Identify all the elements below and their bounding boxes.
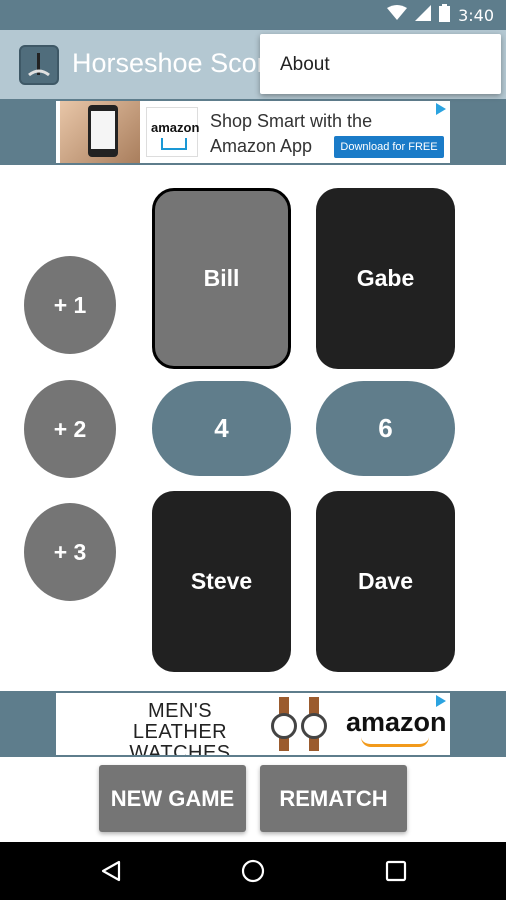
menu-item-about[interactable]: About xyxy=(280,54,330,76)
team-two-score[interactable]: 6 xyxy=(316,381,455,476)
ad-top[interactable]: amazon Shop Smart with the Amazon App Do… xyxy=(56,101,450,163)
horseshoe-app-icon xyxy=(19,45,59,85)
amazon-app-logo: amazon xyxy=(146,107,200,157)
player-bill[interactable]: Bill xyxy=(152,188,291,369)
amazon-smile-icon xyxy=(361,737,429,747)
battery-icon xyxy=(439,3,451,27)
status-bar: 3:40 xyxy=(0,0,506,30)
ad-banner-bottom: MEN'S LEATHER WATCHES amazon xyxy=(0,691,506,757)
ad-bottom-headline: MEN'S LEATHER WATCHES xyxy=(129,700,231,756)
ad-bottom[interactable]: MEN'S LEATHER WATCHES amazon xyxy=(56,693,450,755)
home-icon[interactable] xyxy=(241,859,265,883)
team-one-score[interactable]: 4 xyxy=(152,381,291,476)
watch-image-left xyxy=(271,697,297,751)
rematch-button[interactable]: REMATCH xyxy=(260,765,407,832)
status-icons: 3:40 xyxy=(387,3,494,27)
wifi-icon xyxy=(387,4,408,26)
ad-choices-icon-bottom[interactable] xyxy=(436,695,446,707)
ad-bottom-brand: amazon xyxy=(346,707,447,737)
new-game-button[interactable]: NEW GAME xyxy=(99,765,246,832)
phone-image xyxy=(60,101,140,163)
plus-two-button[interactable]: + 2 xyxy=(24,380,116,478)
app-title: Horseshoe Score xyxy=(72,48,281,78)
cell-signal-icon xyxy=(415,4,432,26)
back-icon[interactable] xyxy=(99,859,123,883)
navigation-bar xyxy=(0,842,506,900)
player-gabe[interactable]: Gabe xyxy=(316,188,455,369)
ad-top-brand: amazon xyxy=(151,120,200,135)
recents-icon[interactable] xyxy=(384,859,408,883)
player-steve[interactable]: Steve xyxy=(152,491,291,672)
status-time: 3:40 xyxy=(458,5,494,25)
plus-three-button[interactable]: + 3 xyxy=(24,503,116,601)
watch-image-right xyxy=(301,697,327,751)
ad-download-button[interactable]: Download for FREE xyxy=(334,136,444,158)
ad-banner-top: amazon Shop Smart with the Amazon App Do… xyxy=(0,99,506,165)
ad-choices-icon[interactable] xyxy=(436,103,446,115)
plus-one-button[interactable]: + 1 xyxy=(24,256,116,354)
player-dave[interactable]: Dave xyxy=(316,491,455,672)
overflow-menu: About xyxy=(260,34,501,94)
